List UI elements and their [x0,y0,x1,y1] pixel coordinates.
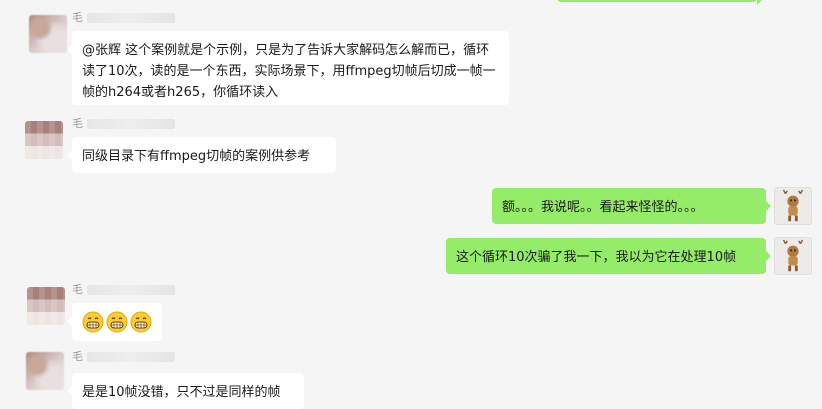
my-avatar[interactable] [774,187,812,225]
grin-icon [130,311,152,333]
sender-name-text: 毛 [72,117,83,130]
sender-avatar[interactable] [29,15,67,53]
sender-name-blurred [87,352,175,362]
sender-name: 毛 [72,117,175,131]
sender-avatar[interactable] [27,287,65,325]
chat-area: 毛 @张辉 这个案例就是个示例，只是为了告诉大家解码怎么解而已，循环读了10次，… [0,0,822,409]
message-text: 这个循环10次骗了我一下，我以为它在处理10帧 [456,250,737,265]
deer-icon [782,189,804,222]
message-bubble[interactable]: 这个循环10次骗了我一下，我以为它在处理10帧 [446,238,771,274]
sender-name-text: 毛 [72,283,83,296]
message-bubble[interactable]: @张辉 这个案例就是个示例，只是为了告诉大家解码怎么解而已，循环读了10次，读的… [67,31,509,105]
sender-name-blurred [87,13,175,23]
message-bubble[interactable]: 是是10帧没错，只不过是同样的帧 [67,373,304,409]
sender-name-text: 毛 [72,350,83,363]
sender-name-text: 毛 [72,11,83,24]
my-avatar[interactable] [774,237,812,275]
message-bubble-cutoff[interactable] [557,0,762,5]
sender-name-blurred [87,285,175,295]
message-text: @张辉 这个案例就是个示例，只是为了告诉大家解码怎么解而已，循环读了10次，读的… [82,43,496,100]
message-text: 额。。。我说呢。。看起来怪怪的。。。 [502,200,704,215]
sender-name: 毛 [72,283,175,297]
message-bubble[interactable] [67,303,162,341]
message-bubble[interactable]: 同级目录下有ffmpeg切帧的案例供参考 [67,137,336,173]
message-text: 同级目录下有ffmpeg切帧的案例供参考 [82,149,311,164]
sender-name-blurred [87,119,175,129]
grin-icon [106,311,128,333]
emoji-row [82,311,152,333]
sender-name: 毛 [72,11,175,25]
message-bubble[interactable]: 额。。。我说呢。。看起来怪怪的。。。 [492,188,771,224]
grin-icon [82,311,104,333]
sender-name: 毛 [72,350,175,364]
sender-avatar[interactable] [26,352,64,390]
deer-icon [782,239,804,272]
sender-avatar[interactable] [25,121,63,159]
message-text: 是是10帧没错，只不过是同样的帧 [82,385,281,400]
